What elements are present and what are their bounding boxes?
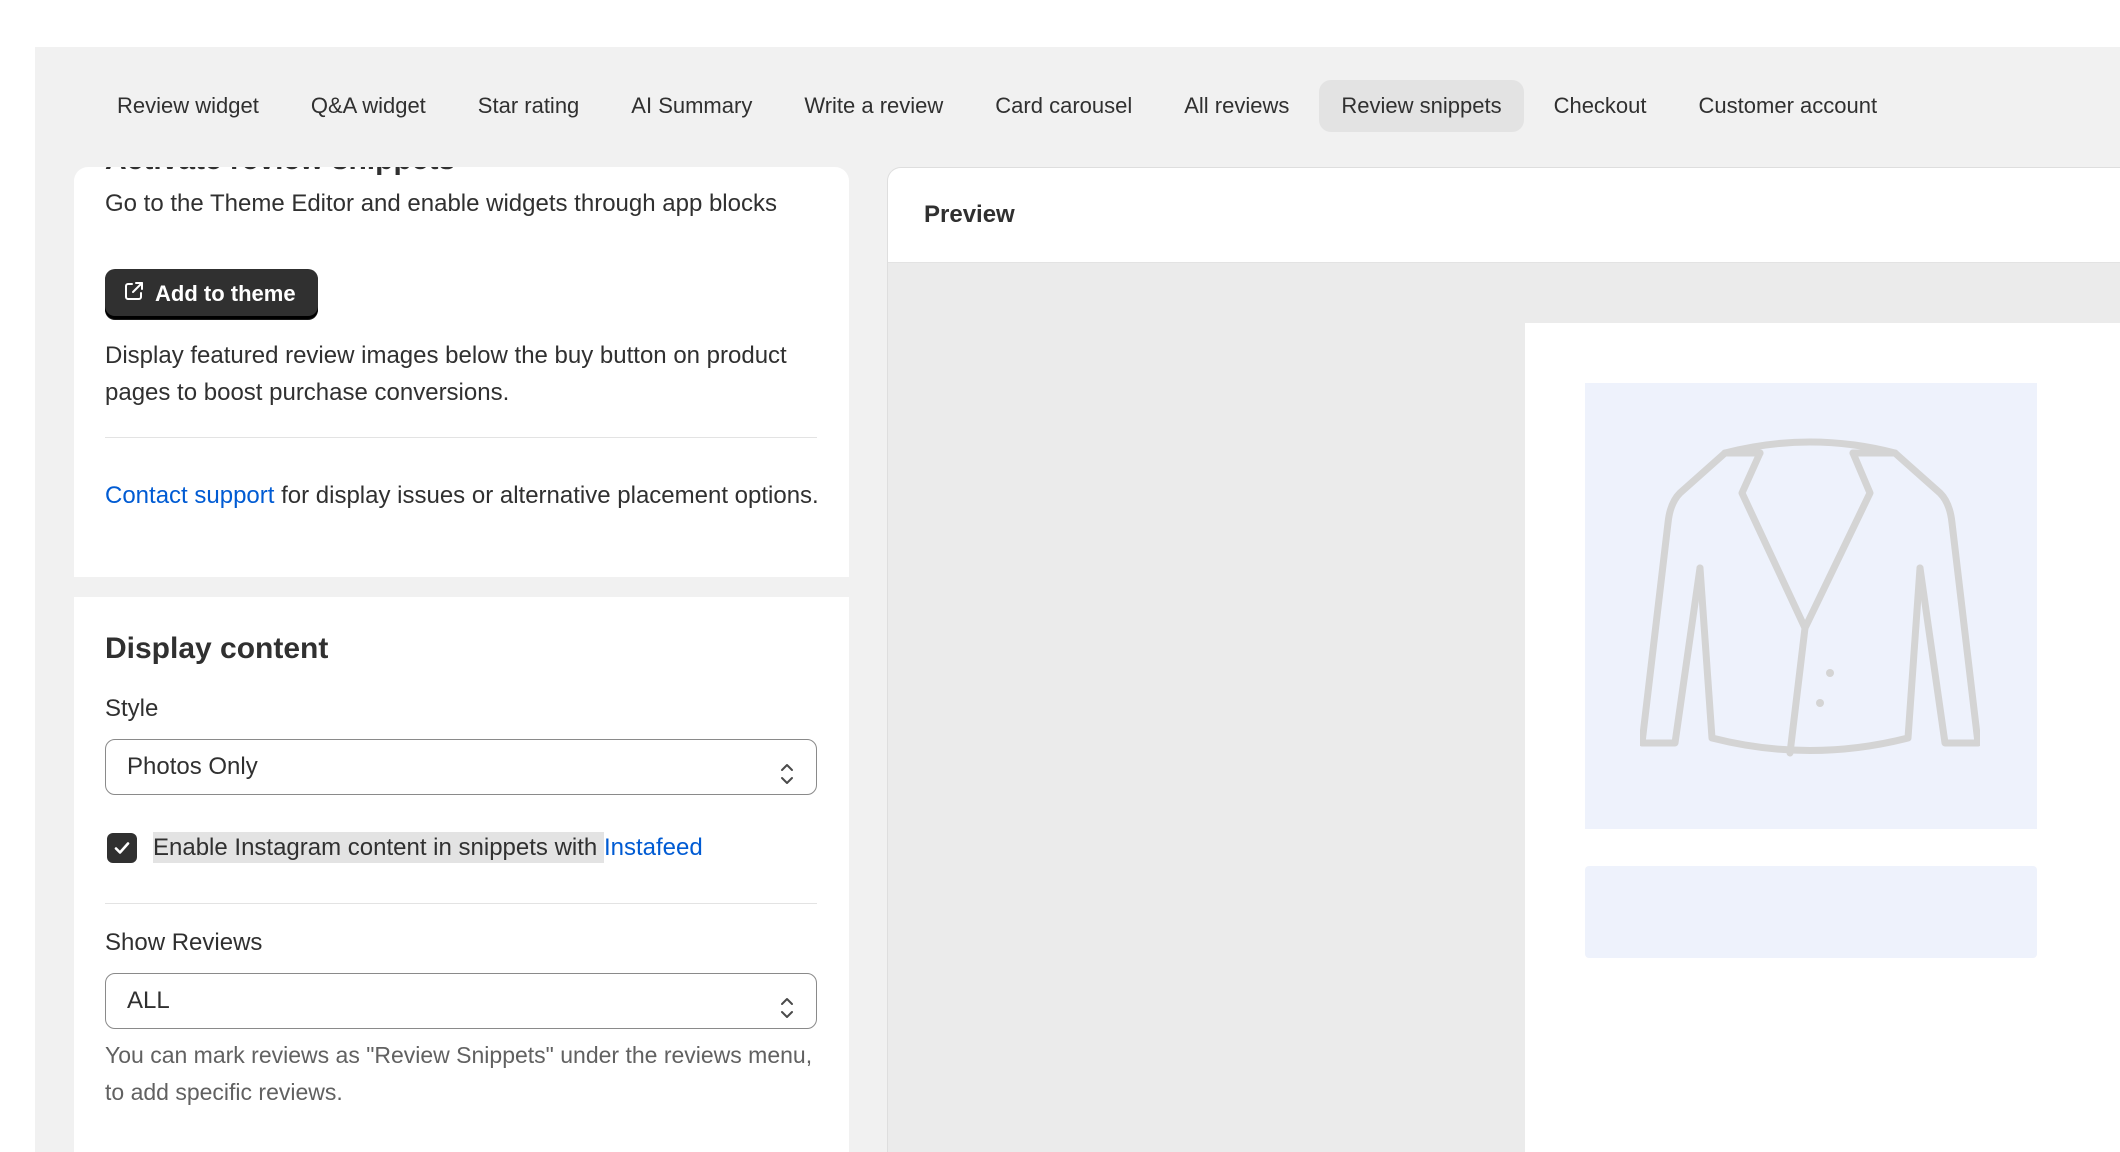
style-select-value: Photos Only — [127, 753, 258, 780]
store-preview — [1525, 323, 2120, 1152]
tab-star-rating[interactable]: Star rating — [456, 80, 602, 132]
activate-card: Activate review snippets Go to the Theme… — [74, 167, 849, 577]
activate-description: Display featured review images below the… — [105, 342, 787, 406]
settings-panel: Activate review snippets Go to the Theme… — [74, 167, 849, 1152]
tab-checkout[interactable]: Checkout — [1532, 80, 1669, 132]
app-frame: Review widget Q&A widget Star rating AI … — [35, 47, 2120, 1152]
contact-support-link[interactable]: Contact support — [105, 482, 274, 509]
show-reviews-select[interactable]: ALL — [105, 973, 817, 1029]
product-image-placeholder — [1585, 383, 2037, 829]
tab-qa-widget[interactable]: Q&A widget — [289, 80, 448, 132]
show-reviews-select-value: ALL — [127, 987, 170, 1014]
checkmark-icon — [114, 842, 130, 854]
preview-panel: Preview — [887, 167, 2120, 1152]
show-reviews-label: Show Reviews — [105, 929, 263, 956]
instagram-label[interactable]: Enable Instagram content in snippets wit… — [153, 829, 703, 866]
preview-header: Preview — [888, 168, 2120, 263]
tab-bar: Review widget Q&A widget Star rating AI … — [95, 80, 1899, 132]
style-label: Style — [105, 695, 159, 722]
preview-title: Preview — [924, 201, 1015, 228]
style-select[interactable]: Photos Only — [105, 739, 817, 795]
instagram-checkbox[interactable] — [107, 833, 137, 863]
add-to-theme-button[interactable]: Add to theme — [105, 269, 318, 319]
show-reviews-help: You can mark reviews as "Review Snippets… — [105, 1042, 813, 1105]
activate-instruction: Go to the Theme Editor and enable widget… — [105, 190, 777, 217]
instagram-label-text: Enable Instagram content in snippets wit… — [153, 832, 604, 863]
activate-title: Activate review snippets — [105, 167, 455, 177]
tab-review-widget[interactable]: Review widget — [95, 80, 281, 132]
display-content-heading: Display content — [105, 632, 329, 665]
tab-card-carousel[interactable]: Card carousel — [973, 80, 1154, 132]
tab-ai-summary[interactable]: AI Summary — [609, 80, 774, 132]
select-chevron-icon — [778, 988, 796, 1042]
tab-all-reviews[interactable]: All reviews — [1162, 80, 1311, 132]
divider — [105, 903, 817, 904]
tab-customer-account[interactable]: Customer account — [1677, 80, 1900, 132]
tab-write-a-review[interactable]: Write a review — [782, 80, 965, 132]
support-text-rest: for display issues or alternative placem… — [274, 482, 819, 509]
support-text: Contact support for display issues or al… — [105, 477, 825, 514]
add-to-theme-label: Add to theme — [155, 281, 296, 306]
tab-review-snippets[interactable]: Review snippets — [1319, 80, 1524, 132]
select-chevron-icon — [778, 754, 796, 808]
external-link-icon — [123, 280, 145, 308]
jacket-icon — [1640, 438, 1980, 757]
snippet-skeleton — [1585, 866, 2037, 958]
display-content-card: Display content Style Photos Only Enable… — [74, 597, 849, 1152]
instafeed-link[interactable]: Instafeed — [604, 834, 703, 861]
divider — [105, 437, 817, 438]
